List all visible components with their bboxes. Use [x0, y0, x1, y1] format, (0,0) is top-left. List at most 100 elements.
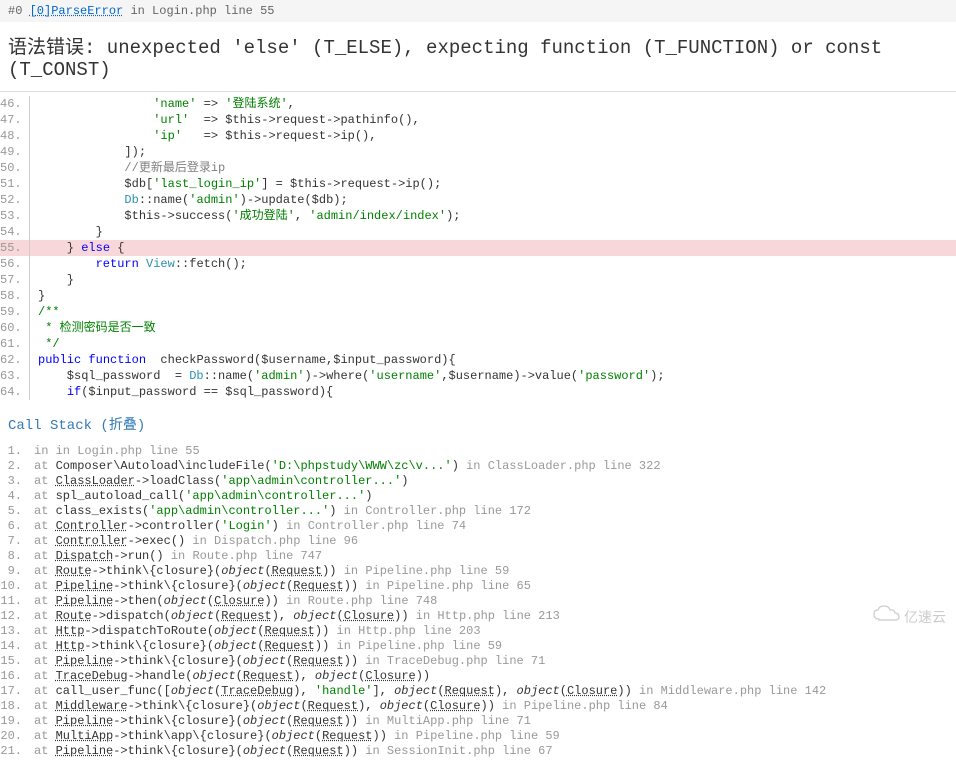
frame-text: at Pipeline->then(object(Closure)) in Ro… [30, 594, 437, 609]
stack-frame: 21.at Pipeline->think\{closure}(object(R… [0, 744, 956, 759]
code-line: 51. $db['last_login_ip'] = $this->reques… [0, 176, 956, 192]
frame-number: 17. [0, 684, 30, 699]
frame-text: at Http->think\{closure}(object(Request)… [30, 639, 502, 654]
frame-text: at MultiApp->think\app\{closure}(object(… [30, 729, 560, 744]
code-content: public function checkPassword($username,… [30, 352, 456, 368]
frame-text: at Pipeline->think\{closure}(object(Requ… [30, 714, 531, 729]
stack-frame: 2.at Composer\Autoload\includeFile('D:\p… [0, 459, 956, 474]
code-line: 50. //更新最后登录ip [0, 160, 956, 176]
frame-text: at Http->dispatchToRoute(object(Request)… [30, 624, 481, 639]
frame-number: 3. [0, 474, 30, 489]
line-number: 52. [0, 192, 30, 208]
code-content: } [30, 288, 45, 304]
stack-frame: 7.at Controller->exec() in Dispatch.php … [0, 534, 956, 549]
line-number: 62. [0, 352, 30, 368]
line-number: 58. [0, 288, 30, 304]
thread-marker: #0 [8, 4, 22, 18]
frame-number: 8. [0, 549, 30, 564]
frame-number: 1. [0, 444, 30, 459]
error-message: 语法错误: unexpected 'else' (T_ELSE), expect… [0, 22, 956, 92]
source-code-block: 46. 'name' => '登陆系统',47. 'url' => $this-… [0, 92, 956, 404]
code-line: 64. if($input_password == $sql_password)… [0, 384, 956, 400]
code-content: } else { [30, 240, 124, 256]
frame-text: at Controller->exec() in Dispatch.php li… [30, 534, 358, 549]
stack-frame: 15.at Pipeline->think\{closure}(object(R… [0, 654, 956, 669]
code-line: 61. */ [0, 336, 956, 352]
code-line: 63. $sql_password = Db::name('admin')->w… [0, 368, 956, 384]
code-line: 53. $this->success('成功登陆', 'admin/index/… [0, 208, 956, 224]
call-stack-list: 1.in in Login.php line 552.at Composer\A… [0, 440, 956, 763]
code-content: ]); [30, 144, 146, 160]
frame-number: 4. [0, 489, 30, 504]
stack-frame: 4.at spl_autoload_call('app\admin\contro… [0, 489, 956, 504]
code-content: /** [30, 304, 60, 320]
stack-frame: 3.at ClassLoader->loadClass('app\admin\c… [0, 474, 956, 489]
stack-frame: 9.at Route->think\{closure}(object(Reque… [0, 564, 956, 579]
line-number: 57. [0, 272, 30, 288]
frame-text: at Controller->controller('Login') in Co… [30, 519, 466, 534]
line-number: 50. [0, 160, 30, 176]
code-line: 55. } else { [0, 240, 956, 256]
line-number: 56. [0, 256, 30, 272]
code-content: 'ip' => $this->request->ip(), [30, 128, 376, 144]
line-number: 46. [0, 96, 30, 112]
error-index-link[interactable]: [0]ParseError [30, 4, 124, 18]
breadcrumb: #0 [0]ParseError in Login.php line 55 [0, 0, 956, 22]
code-line: 57. } [0, 272, 956, 288]
line-number: 47. [0, 112, 30, 128]
line-number: 49. [0, 144, 30, 160]
call-stack-header: Call Stack (折叠) [0, 404, 956, 440]
frame-text: at Dispatch->run() in Route.php line 747 [30, 549, 322, 564]
stack-frame: 1.in in Login.php line 55 [0, 444, 956, 459]
frame-text: at spl_autoload_call('app\admin\controll… [30, 489, 372, 504]
frame-text: at Middleware->think\{closure}(object(Re… [30, 699, 668, 714]
frame-text: at Pipeline->think\{closure}(object(Requ… [30, 744, 553, 759]
line-number: 59. [0, 304, 30, 320]
frame-number: 14. [0, 639, 30, 654]
frame-number: 15. [0, 654, 30, 669]
code-content: Db::name('admin')->update($db); [30, 192, 348, 208]
watermark-text: 亿速云 [904, 607, 946, 627]
frame-text: at Composer\Autoload\includeFile('D:\php… [30, 459, 661, 474]
code-line: 52. Db::name('admin')->update($db); [0, 192, 956, 208]
frame-number: 11. [0, 594, 30, 609]
frame-number: 7. [0, 534, 30, 549]
stack-frame: 11.at Pipeline->then(object(Closure)) in… [0, 594, 956, 609]
code-line: 54. } [0, 224, 956, 240]
frame-number: 19. [0, 714, 30, 729]
call-stack-title: Call Stack [8, 418, 92, 434]
line-number: 61. [0, 336, 30, 352]
code-line: 60. * 检测密码是否一致 [0, 320, 956, 336]
code-content: } [30, 224, 103, 240]
code-content: return View::fetch(); [30, 256, 247, 272]
collapse-link[interactable]: (折叠) [100, 418, 145, 434]
frame-text: at call_user_func([object(TraceDebug), '… [30, 684, 826, 699]
code-content: * 检测密码是否一致 [30, 320, 156, 336]
frame-number: 9. [0, 564, 30, 579]
frame-text: at Pipeline->think\{closure}(object(Requ… [30, 654, 545, 669]
line-number: 64. [0, 384, 30, 400]
breadcrumb-in: in [130, 4, 144, 18]
frame-number: 2. [0, 459, 30, 474]
frame-text: at class_exists('app\admin\controller...… [30, 504, 531, 519]
stack-frame: 14.at Http->think\{closure}(object(Reque… [0, 639, 956, 654]
frame-text: at Route->dispatch(object(Request), obje… [30, 609, 560, 624]
stack-frame: 13.at Http->dispatchToRoute(object(Reque… [0, 624, 956, 639]
stack-frame: 20.at MultiApp->think\app\{closure}(obje… [0, 729, 956, 744]
stack-frame: 10.at Pipeline->think\{closure}(object(R… [0, 579, 956, 594]
code-content: 'url' => $this->request->pathinfo(), [30, 112, 420, 128]
stack-frame: 17.at call_user_func([object(TraceDebug)… [0, 684, 956, 699]
stack-frame: 19.at Pipeline->think\{closure}(object(R… [0, 714, 956, 729]
code-line: 56. return View::fetch(); [0, 256, 956, 272]
code-content: $db['last_login_ip'] = $this->request->i… [30, 176, 441, 192]
code-line: 47. 'url' => $this->request->pathinfo(), [0, 112, 956, 128]
frame-text: in in Login.php line 55 [30, 444, 200, 459]
line-number: 60. [0, 320, 30, 336]
stack-frame: 5.at class_exists('app\admin\controller.… [0, 504, 956, 519]
frame-number: 20. [0, 729, 30, 744]
frame-number: 13. [0, 624, 30, 639]
frame-number: 16. [0, 669, 30, 684]
frame-number: 5. [0, 504, 30, 519]
stack-frame: 8.at Dispatch->run() in Route.php line 7… [0, 549, 956, 564]
cloud-icon [872, 605, 900, 628]
